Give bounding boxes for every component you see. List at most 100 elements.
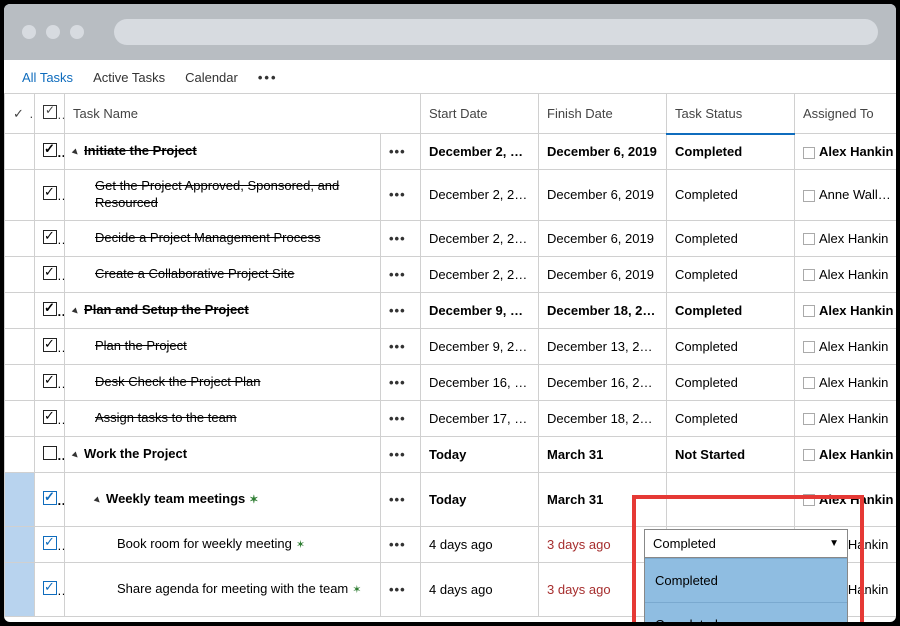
assigned-cell[interactable]: Alex Hankin <box>795 220 897 256</box>
row-checkbox-cell[interactable] <box>35 134 65 170</box>
start-date-cell[interactable]: December 9, 2019 <box>421 292 539 328</box>
tab-all-tasks[interactable]: All Tasks <box>22 70 73 85</box>
task-row[interactable]: Initiate the Project•••December 2, 2019D… <box>5 134 897 170</box>
task-name-cell[interactable]: Initiate the Project <box>65 134 381 170</box>
start-date-cell[interactable]: 4 days ago <box>421 526 539 562</box>
finish-date-cell[interactable]: December 6, 2019 <box>539 170 667 221</box>
complete-checkbox[interactable] <box>43 186 57 200</box>
task-name-cell[interactable]: Assign tasks to the team <box>65 400 381 436</box>
row-checkbox-cell[interactable] <box>35 364 65 400</box>
row-more-icon[interactable]: ••• <box>381 328 421 364</box>
assigned-cell[interactable]: Anne Wallace <box>795 170 897 221</box>
row-checkbox-cell[interactable] <box>35 256 65 292</box>
task-name-cell[interactable]: Desk Check the Project Plan <box>65 364 381 400</box>
assigned-cell[interactable]: Alex Hankin <box>795 364 897 400</box>
complete-checkbox[interactable] <box>43 410 57 424</box>
assigned-cell[interactable]: Alex Hankin <box>795 436 897 472</box>
expand-caret-icon[interactable] <box>73 446 84 461</box>
expand-caret-icon[interactable] <box>73 302 84 317</box>
row-checkbox-cell[interactable] <box>35 170 65 221</box>
assigned-cell[interactable]: Alex Hankin <box>795 134 897 170</box>
row-checkbox-cell[interactable] <box>35 328 65 364</box>
complete-checkbox[interactable] <box>43 374 57 388</box>
task-row[interactable]: Desk Check the Project Plan•••December 1… <box>5 364 897 400</box>
address-bar[interactable] <box>114 19 878 45</box>
row-checkbox-cell[interactable] <box>35 220 65 256</box>
task-name-cell[interactable]: Plan and Setup the Project <box>65 292 381 328</box>
assigned-cell[interactable]: Alex Hankin <box>795 292 897 328</box>
assigned-cell[interactable]: Alex Hankin <box>795 256 897 292</box>
start-date-cell[interactable]: December 2, 2019 <box>421 256 539 292</box>
row-more-icon[interactable]: ••• <box>381 472 421 526</box>
task-name-cell[interactable]: Plan the Project <box>65 328 381 364</box>
task-row[interactable]: Assign tasks to the team•••December 17, … <box>5 400 897 436</box>
row-select-gutter[interactable] <box>5 436 35 472</box>
assigned-checkbox[interactable] <box>803 305 815 317</box>
complete-checkbox[interactable] <box>43 491 57 505</box>
assigned-cell[interactable]: Alex Hankin <box>795 400 897 436</box>
col-select[interactable]: ✓ <box>5 94 35 134</box>
col-finish-date[interactable]: Finish Date <box>539 94 667 134</box>
finish-date-cell[interactable]: March 31 <box>539 472 667 526</box>
finish-date-cell[interactable]: March 31 <box>539 436 667 472</box>
complete-checkbox[interactable] <box>43 446 57 460</box>
row-more-icon[interactable]: ••• <box>381 436 421 472</box>
window-dot-1[interactable] <box>22 25 36 39</box>
tab-calendar[interactable]: Calendar <box>185 70 238 85</box>
row-select-gutter[interactable] <box>5 526 35 562</box>
complete-checkbox[interactable] <box>43 266 57 280</box>
finish-date-cell[interactable]: December 18, 2019 <box>539 400 667 436</box>
status-cell[interactable]: Completed <box>667 170 795 221</box>
finish-date-cell[interactable]: December 6, 2019 <box>539 134 667 170</box>
window-dot-2[interactable] <box>46 25 60 39</box>
assigned-checkbox[interactable] <box>803 190 815 202</box>
finish-date-cell[interactable]: December 16, 2019 <box>539 364 667 400</box>
row-select-gutter[interactable] <box>5 256 35 292</box>
assigned-cell[interactable]: Alex Hankin <box>795 472 897 526</box>
complete-checkbox[interactable] <box>43 143 57 157</box>
start-date-cell[interactable]: Today <box>421 472 539 526</box>
assigned-checkbox[interactable] <box>803 377 815 389</box>
finish-date-cell[interactable]: December 13, 2019 <box>539 328 667 364</box>
status-cell[interactable]: Completed <box>667 134 795 170</box>
status-cell[interactable]: Completed <box>667 364 795 400</box>
row-more-icon[interactable]: ••• <box>381 170 421 221</box>
row-select-gutter[interactable] <box>5 364 35 400</box>
task-name-cell[interactable]: Weekly team meetings <box>65 472 381 526</box>
row-more-icon[interactable]: ••• <box>381 292 421 328</box>
row-select-gutter[interactable] <box>5 400 35 436</box>
status-cell[interactable]: Completed <box>667 292 795 328</box>
task-row[interactable]: Weekly team meetings•••TodayMarch 31 Alex… <box>5 472 897 526</box>
expand-caret-icon[interactable] <box>73 143 84 158</box>
assigned-cell[interactable]: Alex Hankin <box>795 328 897 364</box>
assigned-checkbox[interactable] <box>803 341 815 353</box>
start-date-cell[interactable]: December 2, 2019 <box>421 170 539 221</box>
row-checkbox-cell[interactable] <box>35 526 65 562</box>
expand-caret-icon[interactable] <box>95 491 106 506</box>
task-row[interactable]: Plan the Project•••December 9, 2019Decem… <box>5 328 897 364</box>
task-row[interactable]: Decide a Project Management Process•••De… <box>5 220 897 256</box>
row-more-icon[interactable]: ••• <box>381 526 421 562</box>
task-row[interactable]: Get the Project Approved, Sponsored, and… <box>5 170 897 221</box>
assigned-checkbox[interactable] <box>803 413 815 425</box>
start-date-cell[interactable]: 4 days ago <box>421 562 539 616</box>
row-more-icon[interactable]: ••• <box>381 562 421 616</box>
row-checkbox-cell[interactable] <box>35 292 65 328</box>
start-date-cell[interactable]: December 2, 2019 <box>421 220 539 256</box>
assigned-checkbox[interactable] <box>803 269 815 281</box>
task-name-cell[interactable]: Work the Project <box>65 436 381 472</box>
row-more-icon[interactable]: ••• <box>381 220 421 256</box>
assigned-checkbox[interactable] <box>803 449 815 461</box>
row-checkbox-cell[interactable] <box>35 436 65 472</box>
col-task-status[interactable]: Task Status <box>667 94 795 134</box>
finish-date-cell[interactable]: December 18, 2019 <box>539 292 667 328</box>
status-cell[interactable]: Completed <box>667 328 795 364</box>
start-date-cell[interactable]: December 2, 2019 <box>421 134 539 170</box>
col-assigned-to[interactable]: Assigned To <box>795 94 897 134</box>
row-checkbox-cell[interactable] <box>35 472 65 526</box>
complete-checkbox[interactable] <box>43 581 57 595</box>
finish-date-cell[interactable]: December 6, 2019 <box>539 220 667 256</box>
status-cell[interactable]: Completed <box>667 220 795 256</box>
col-complete[interactable] <box>35 94 65 134</box>
task-name-cell[interactable]: Create a Collaborative Project Site <box>65 256 381 292</box>
